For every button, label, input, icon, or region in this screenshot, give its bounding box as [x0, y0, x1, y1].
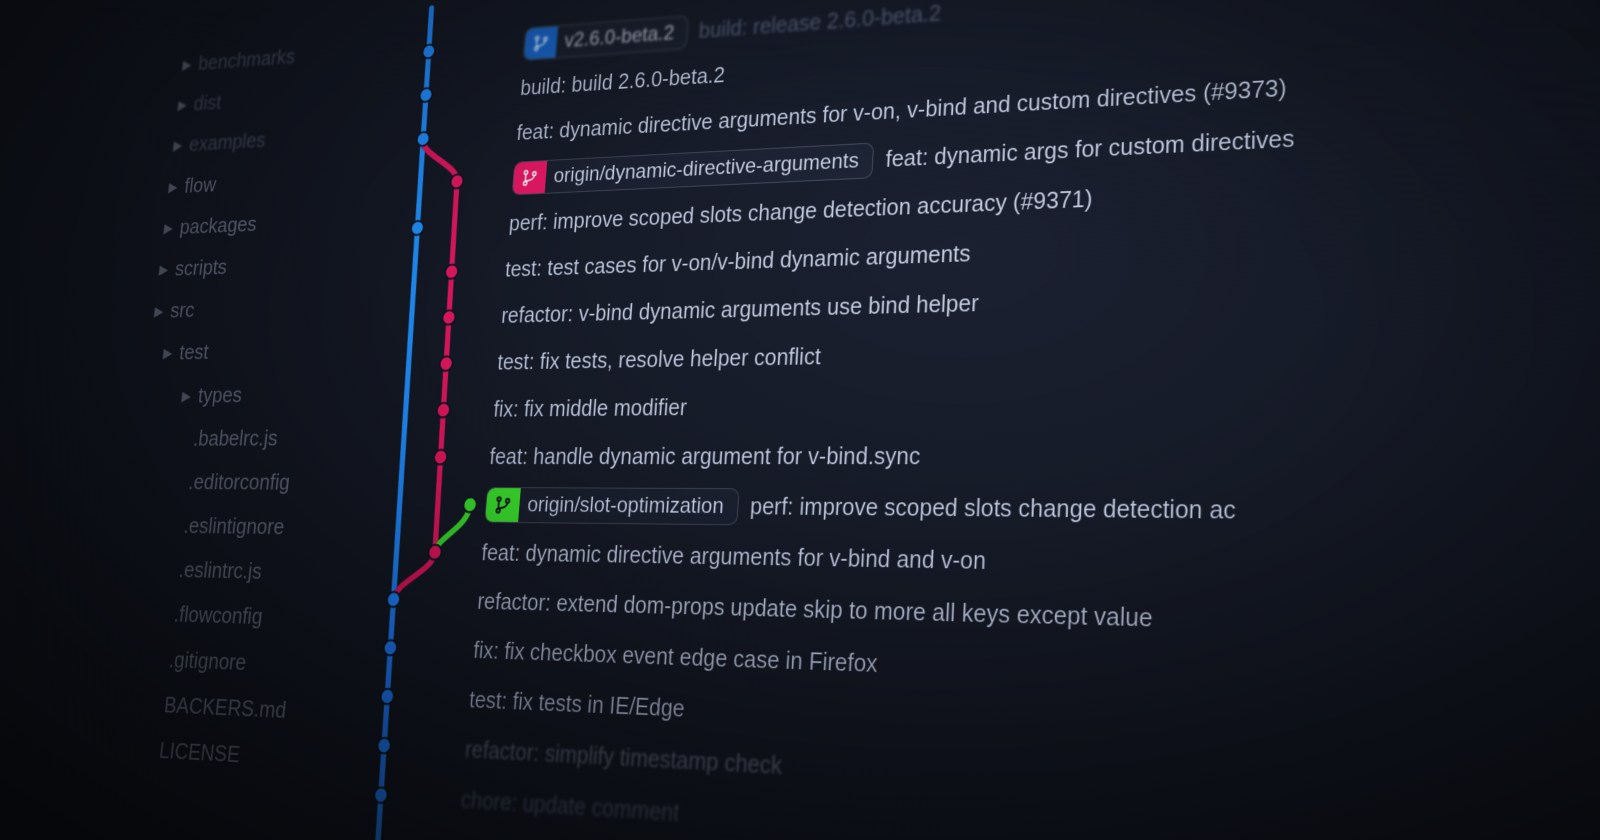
commit-message: build: release 2.6.0-beta.2 [698, 2, 941, 41]
commit-row[interactable]: feat: handle dynamic argument for v-bind… [488, 426, 1600, 485]
chevron-right-icon: ▸ [161, 335, 175, 371]
file-tree-item[interactable]: .eslintrc.js [117, 547, 352, 597]
file-tree-item-label: flow [183, 166, 218, 203]
chevron-right-icon: ▸ [180, 377, 194, 413]
graph-dot [377, 737, 392, 753]
file-tree-item-label: types [196, 376, 244, 413]
commit-message: feat: handle dynamic argument for v-bind… [489, 445, 921, 469]
graph-dot [442, 310, 456, 325]
file-tree-item-label: .eslintrc.js [177, 551, 264, 591]
file-tree-item[interactable]: .babelrc.js [132, 415, 364, 460]
file-tree-item-label: .eslintignore [182, 507, 286, 546]
file-tree-item-label: test [177, 334, 210, 371]
file-tree-item-label: .editorconfig [187, 463, 292, 501]
file-tree-item[interactable]: ▸types [137, 370, 369, 416]
branch-tag[interactable]: v2.6.0-beta.2 [523, 15, 689, 60]
file-tree-item[interactable]: .editorconfig [127, 460, 360, 505]
chevron-right-icon: ▸ [180, 47, 193, 82]
chevron-right-icon: ▸ [176, 87, 189, 122]
commit-message: test: test cases for v-on/v-bind dynamic… [504, 242, 971, 280]
graph-dot [374, 787, 389, 803]
graph-dot [410, 221, 424, 236]
file-tree-item[interactable]: ▸scripts [151, 239, 381, 290]
commit-message: build: build 2.6.0-beta.2 [520, 64, 726, 99]
file-tree-item-label: BACKERS.md [162, 685, 288, 730]
file-tree-item-label: src [169, 292, 197, 328]
chevron-right-icon: ▸ [171, 128, 184, 163]
commit-message: test: fix tests in IE/Edge [468, 688, 685, 721]
branch-tag[interactable]: origin/slot-optimization [484, 487, 739, 525]
file-tree-item-label: examples [187, 122, 267, 161]
file-tree-item-label: .babelrc.js [192, 419, 280, 456]
file-tree-item-label: dist [192, 85, 223, 121]
file-tree-item[interactable]: ▸src [146, 283, 376, 332]
commit-message: fix: fix middle modifier [493, 397, 688, 421]
branch-tag-label: origin/dynamic-directive-arguments [545, 150, 873, 187]
chevron-right-icon: ▸ [152, 293, 166, 329]
chevron-right-icon: ▸ [157, 251, 171, 287]
branch-icon [485, 488, 521, 522]
file-icon [142, 749, 152, 750]
graph-dot [436, 403, 450, 418]
file-tree-item-label: packages [178, 206, 258, 245]
graph-dot [439, 356, 453, 371]
graph-lane-green [435, 504, 470, 552]
commit-message: test: fix tests, resolve helper conflict [497, 345, 822, 373]
commit-message: refactor: extend dom-props update skip t… [477, 590, 1153, 631]
chevron-right-icon: ▸ [162, 210, 175, 245]
commit-message: feat: dynamic args for custom directives [885, 127, 1294, 171]
commit-list: v2.6.0-beta.2 build: release 2.6.0-beta.2… [445, 0, 1600, 840]
file-tree-item-label: scripts [173, 249, 229, 286]
commit-message: fix: fix checkbox event edge case in Fir… [473, 639, 879, 676]
branch-icon [524, 26, 559, 60]
file-tree-item-label: LICENSE [157, 731, 242, 774]
file-tree-item-label: .flowconfig [172, 595, 264, 636]
graph-dot [383, 640, 397, 656]
file-tree-item[interactable]: ▸test [142, 326, 373, 374]
branch-icon [512, 161, 547, 195]
graph-dot [450, 174, 464, 189]
commit-message: perf: improve scoped slots change detect… [749, 495, 1236, 523]
graph-dot [422, 44, 436, 59]
graph-dot [445, 264, 459, 279]
graph-dot [386, 592, 400, 607]
graph-dot [463, 497, 478, 512]
file-tree-item-label: .gitignore [167, 640, 248, 681]
graph-dot [433, 450, 447, 465]
graph-dot [416, 132, 430, 147]
branch-tag-label: v2.6.0-beta.2 [556, 22, 688, 52]
commit-message: refactor: simplify timestamp check [464, 738, 782, 778]
file-tree-item-label: benchmarks [197, 39, 297, 81]
graph-lane-pink [380, 136, 471, 600]
app-stage: ▸benchmarks▸dist▸examples▸flow▸packages▸… [75, 0, 1600, 840]
commit-message: feat: dynamic directive arguments for v-… [481, 542, 987, 574]
file-tree-item[interactable]: .eslintignore [122, 503, 356, 550]
branch-tag-label: origin/slot-optimization [519, 494, 738, 518]
graph-dot [428, 545, 442, 560]
graph-dot [419, 88, 433, 103]
commit-message: refactor: v-bind dynamic arguments use b… [501, 292, 980, 327]
chevron-right-icon: ▸ [166, 168, 179, 203]
commit-message: chore: update comment [460, 788, 680, 825]
graph-dot [380, 688, 394, 704]
file-tree-item[interactable]: .flowconfig [112, 590, 347, 642]
